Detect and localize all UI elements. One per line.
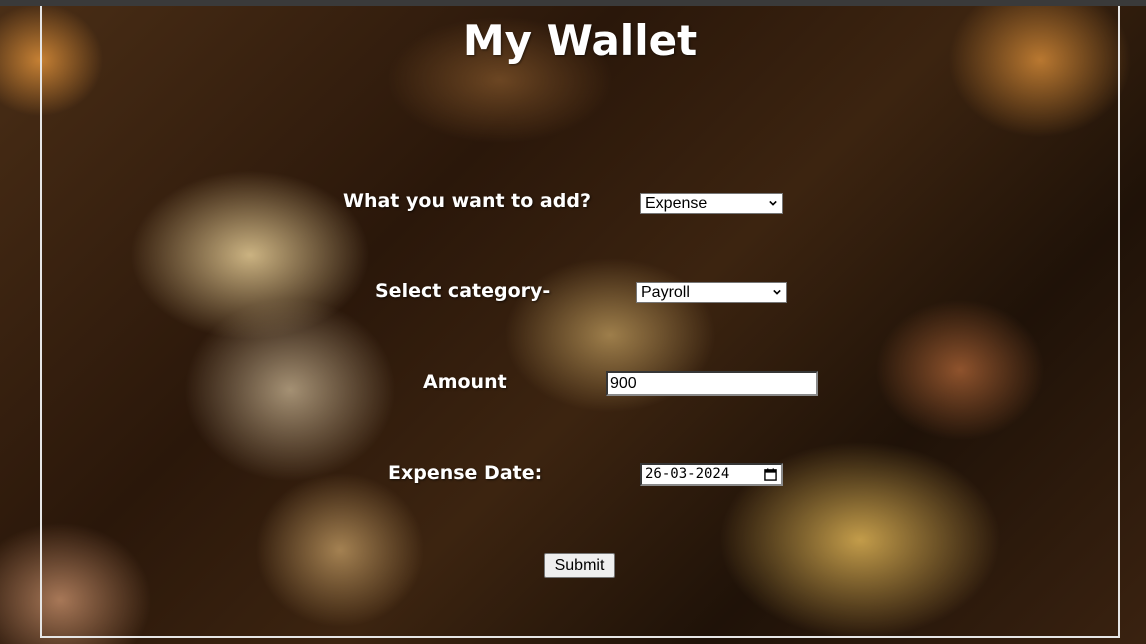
expense-date-value: 26-03-2024 (645, 466, 730, 482)
page-title: My Wallet (462, 16, 698, 65)
date-label: Expense Date: (388, 462, 543, 484)
category-select-value: Payroll (641, 284, 690, 301)
category-label: Select category- (375, 280, 551, 302)
expense-date-input[interactable]: 26-03-2024 (640, 463, 783, 486)
calendar-icon[interactable] (764, 468, 777, 481)
amount-input[interactable]: 900 (606, 371, 818, 396)
chevron-down-icon (769, 200, 777, 206)
type-select-value: Expense (645, 195, 708, 212)
type-select[interactable]: Expense (640, 193, 783, 214)
submit-button[interactable]: Submit (544, 553, 615, 578)
wallet-form-frame (40, 6, 1120, 638)
amount-input-value: 900 (610, 375, 637, 392)
amount-label: Amount (423, 371, 507, 393)
type-label: What you want to add? (343, 190, 591, 212)
chevron-down-icon (773, 289, 781, 295)
category-select[interactable]: Payroll (636, 282, 787, 303)
